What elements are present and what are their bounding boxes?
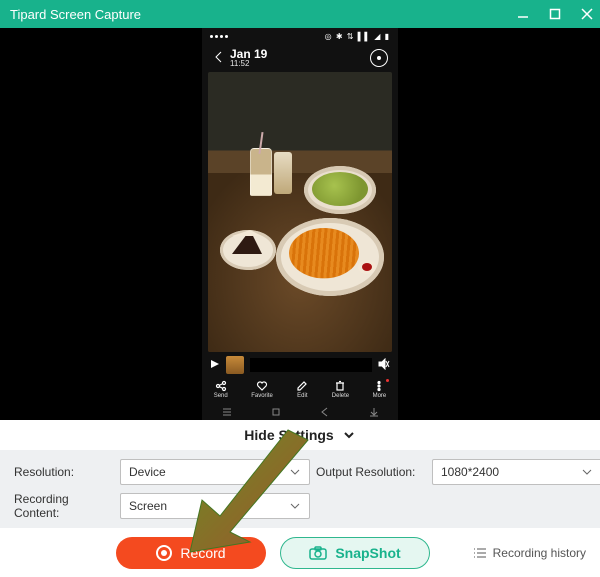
device-preview: ◎ ✱ ⇅ ▌▌ ◢ ▮ Jan 19 11:52 Send Favorite	[0, 28, 600, 420]
nav-menu-icon[interactable]	[222, 407, 232, 417]
chevron-down-icon	[342, 428, 356, 442]
chevron-down-icon	[289, 466, 301, 478]
chevron-down-icon	[581, 466, 593, 478]
window-buttons	[516, 7, 594, 21]
record-button[interactable]: Record	[116, 537, 266, 569]
phone-navbar	[202, 404, 398, 420]
window-title: Tipard Screen Capture	[6, 7, 141, 22]
nav-back-icon[interactable]	[320, 407, 330, 417]
resolution-select[interactable]: Device	[120, 459, 310, 485]
recording-content-value: Screen	[129, 499, 167, 513]
camera-icon	[309, 546, 327, 560]
more-button[interactable]: More	[373, 380, 387, 399]
recording-content-label: Recording Content:	[14, 492, 114, 520]
chevron-down-icon	[289, 500, 301, 512]
output-resolution-label: Output Resolution:	[316, 465, 426, 479]
resolution-label: Resolution:	[14, 465, 114, 479]
back-icon[interactable]	[212, 50, 226, 66]
photo-content	[208, 72, 392, 352]
carrier-icon	[210, 35, 228, 38]
mute-icon[interactable]	[378, 358, 390, 372]
more-label: More	[373, 393, 387, 399]
nav-home-icon[interactable]	[271, 407, 281, 417]
phone-statusbar: ◎ ✱ ⇅ ▌▌ ◢ ▮	[202, 28, 398, 44]
output-resolution-value: 1080*2400	[441, 465, 499, 479]
video-track[interactable]	[250, 358, 372, 372]
favorite-button[interactable]: Favorite	[251, 380, 273, 399]
recording-history-label: Recording history	[493, 546, 586, 560]
hide-settings-label: Hide Settings	[244, 427, 333, 443]
status-icons: ◎ ✱ ⇅ ▌▌ ◢ ▮	[325, 32, 390, 41]
send-button[interactable]: Send	[214, 380, 228, 399]
favorite-label: Favorite	[251, 393, 273, 399]
resolution-value: Device	[129, 465, 166, 479]
close-button[interactable]	[580, 7, 594, 21]
photo-header: Jan 19 11:52	[202, 44, 398, 72]
bottom-bar: Record SnapShot Recording history	[0, 528, 600, 577]
snapshot-button[interactable]: SnapShot	[280, 537, 430, 569]
play-icon[interactable]	[210, 359, 220, 371]
title-bar: Tipard Screen Capture	[0, 0, 600, 28]
recording-content-select[interactable]: Screen	[120, 493, 310, 519]
minimize-button[interactable]	[516, 7, 530, 21]
recording-history-link[interactable]: Recording history	[473, 546, 586, 560]
video-strip	[202, 354, 398, 376]
settings-panel: Resolution: Device Output Resolution: 10…	[0, 450, 600, 528]
delete-button[interactable]: Delete	[332, 380, 349, 399]
photo-actions: Send Favorite Edit Delete More	[202, 376, 398, 402]
maximize-button[interactable]	[548, 7, 562, 21]
edit-label: Edit	[297, 393, 307, 399]
lens-icon[interactable]	[370, 49, 388, 67]
photo-time: 11:52	[230, 60, 249, 68]
record-label: Record	[180, 545, 225, 561]
nav-download-icon[interactable]	[369, 407, 379, 417]
edit-button[interactable]: Edit	[296, 380, 308, 399]
list-icon	[473, 546, 487, 560]
phone-screen: ◎ ✱ ⇅ ▌▌ ◢ ▮ Jan 19 11:52 Send Favorite	[202, 28, 398, 420]
record-icon	[156, 545, 172, 561]
hide-settings-toggle[interactable]: Hide Settings	[0, 420, 600, 450]
output-resolution-select[interactable]: 1080*2400	[432, 459, 600, 485]
notification-dot	[386, 379, 389, 382]
send-label: Send	[214, 393, 228, 399]
snapshot-label: SnapShot	[335, 545, 400, 561]
delete-label: Delete	[332, 393, 349, 399]
video-thumbnail[interactable]	[226, 356, 244, 374]
